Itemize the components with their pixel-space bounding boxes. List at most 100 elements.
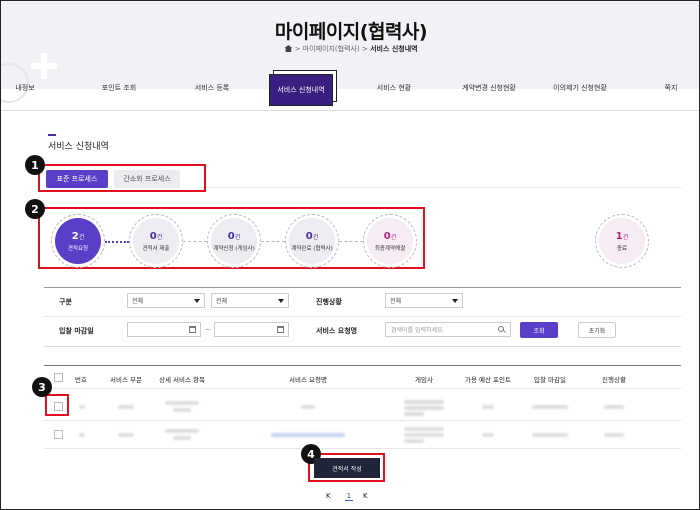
- step-contract-request[interactable]: 0건 계약신청 (게임사): [207, 214, 261, 268]
- nav-item-contract-change[interactable]: 계약변경 신청현황: [462, 83, 516, 93]
- column-header-request-name: 서비스 요청명: [289, 376, 327, 384]
- nav-item-my-info[interactable]: 내정보: [15, 83, 34, 93]
- breadcrumb-current: 서비스 신청내역: [370, 45, 418, 53]
- blurred-cell: [79, 433, 85, 437]
- main-nav: 내정보 포인트 조회 서비스 등록 서비스 현황 계약변경 신청현황 이의제기 …: [1, 73, 699, 111]
- column-header-detail-item: 상세 서비스 항목: [159, 376, 205, 384]
- step-unit: 건: [234, 233, 241, 241]
- row-checkbox[interactable]: [54, 430, 63, 439]
- status-select[interactable]: 전체: [385, 293, 463, 308]
- page-title: 마이페이지(협력사): [274, 21, 428, 43]
- step-connector: [183, 241, 207, 242]
- step-label: 종료: [616, 245, 628, 252]
- nav-item-objection[interactable]: 이의제기 신청현황: [553, 83, 607, 93]
- blurred-cell: [604, 405, 624, 409]
- nav-item-service-register[interactable]: 서비스 등록: [195, 83, 229, 93]
- section-title: 서비스 신청내역: [48, 142, 109, 152]
- category-select-2[interactable]: 전체: [211, 293, 289, 308]
- select-value: 전체: [216, 298, 228, 305]
- reset-button[interactable]: 초기화: [578, 322, 616, 338]
- table-header-divider: [44, 388, 681, 389]
- nav-item-service-requests[interactable]: 서비스 신청내역: [269, 74, 333, 106]
- step-unit: 건: [312, 233, 319, 241]
- page-frame: 마이페이지(협력사) > 마이페이지(협력사) > 서비스 신청내역 내정보 포…: [0, 0, 700, 510]
- filter-divider: [44, 316, 681, 317]
- breadcrumb-separator: >: [361, 45, 368, 53]
- filter-label-deadline: 입찰 마감일: [59, 327, 94, 335]
- step-contract-complete[interactable]: 0건 계약완료 (협력사): [285, 214, 339, 268]
- column-header-budget-points: 가용 예산 포인트: [465, 376, 511, 384]
- breadcrumb-parent[interactable]: 마이페이지(협력사): [303, 45, 360, 53]
- search-placeholder: 검색어를 입력하세요.: [391, 327, 445, 334]
- blurred-cell: [482, 433, 494, 437]
- deadline-end-input[interactable]: [214, 322, 289, 337]
- blurred-cell: [404, 433, 444, 437]
- step-final-contract[interactable]: 0건 최종계약해결: [363, 214, 417, 268]
- step-label: 계약완료 (협력사): [291, 245, 333, 252]
- nav-item-messages[interactable]: 쪽지: [665, 83, 678, 93]
- step-count: 0: [149, 230, 157, 242]
- step-unit: 건: [622, 233, 629, 241]
- deadline-start-input[interactable]: [127, 322, 201, 337]
- blurred-cell: [404, 406, 444, 410]
- step-count: 0: [383, 230, 391, 242]
- calendar-icon[interactable]: [277, 326, 284, 333]
- breadcrumb-separator: >: [294, 45, 301, 53]
- annotation-badge-1: 1: [25, 155, 45, 175]
- pager-first-button[interactable]: K: [326, 492, 331, 500]
- tab-standard-process[interactable]: 표준 프로세스: [46, 170, 108, 188]
- blurred-cell: [165, 429, 199, 433]
- blurred-cell: [482, 405, 494, 409]
- step-label: 최종계약해결: [374, 245, 406, 252]
- date-range-separator: ~: [205, 326, 211, 334]
- request-name-search-input[interactable]: 검색어를 입력하세요.: [385, 322, 511, 337]
- blurred-cell: [118, 433, 134, 437]
- step-label: 견적서 제출: [142, 245, 170, 252]
- search-icon[interactable]: [498, 326, 504, 332]
- column-header-bid-deadline: 입찰 마감일: [534, 376, 566, 384]
- step-unit: 건: [78, 233, 85, 241]
- filter-label-request-name: 서비스 요청명: [316, 327, 358, 335]
- step-unit: 건: [156, 233, 163, 241]
- blurred-cell: [165, 401, 199, 405]
- nav-item-service-status[interactable]: 서비스 현황: [377, 83, 411, 93]
- pager-page[interactable]: 1: [345, 492, 353, 501]
- nav-item-points[interactable]: 포인트 조회: [102, 83, 136, 93]
- write-quote-button[interactable]: 견적서 작성: [314, 458, 380, 478]
- column-header-service-category: 서비스 부문: [110, 376, 142, 384]
- table-row-divider: [44, 448, 681, 449]
- annotation-box-3: [45, 394, 69, 416]
- tab-simple-process[interactable]: 간소화 프로세스: [114, 170, 180, 188]
- step-count: 2: [71, 230, 79, 242]
- step-connector: [339, 241, 363, 242]
- step-count: 1: [615, 230, 623, 242]
- table-top-border: [44, 365, 681, 366]
- blurred-cell: [271, 433, 345, 437]
- step-quote-request[interactable]: 2건 견적요청: [51, 214, 105, 268]
- step-unit: 건: [390, 233, 397, 241]
- annotation-badge-2: 2: [25, 199, 45, 219]
- step-closed[interactable]: 1건 종료: [595, 214, 649, 268]
- blurred-cell: [532, 433, 568, 437]
- step-connector: [261, 241, 285, 242]
- step-count: 0: [227, 230, 235, 242]
- calendar-icon[interactable]: [189, 326, 196, 333]
- filter-label-category: 구분: [59, 298, 72, 306]
- category-select-1[interactable]: 전체: [127, 293, 205, 308]
- home-icon[interactable]: [284, 45, 293, 52]
- blurred-cell: [118, 405, 134, 409]
- blurred-cell: [79, 405, 85, 409]
- column-header-number: 번호: [75, 376, 87, 384]
- step-quote-submit[interactable]: 0건 견적서 제출: [129, 214, 183, 268]
- pager-last-button[interactable]: K: [363, 492, 368, 500]
- blurred-cell: [173, 408, 191, 412]
- blurred-cell: [532, 405, 568, 409]
- step-label: 견적요청: [67, 245, 89, 252]
- select-all-checkbox[interactable]: [54, 373, 63, 382]
- chevron-down-icon: [278, 299, 284, 303]
- blurred-cell: [404, 427, 444, 431]
- breadcrumb: > 마이페이지(협력사) > 서비스 신청내역: [1, 44, 699, 54]
- search-button[interactable]: 조회: [520, 322, 558, 338]
- select-value: 전체: [132, 298, 144, 305]
- step-count: 0: [305, 230, 313, 242]
